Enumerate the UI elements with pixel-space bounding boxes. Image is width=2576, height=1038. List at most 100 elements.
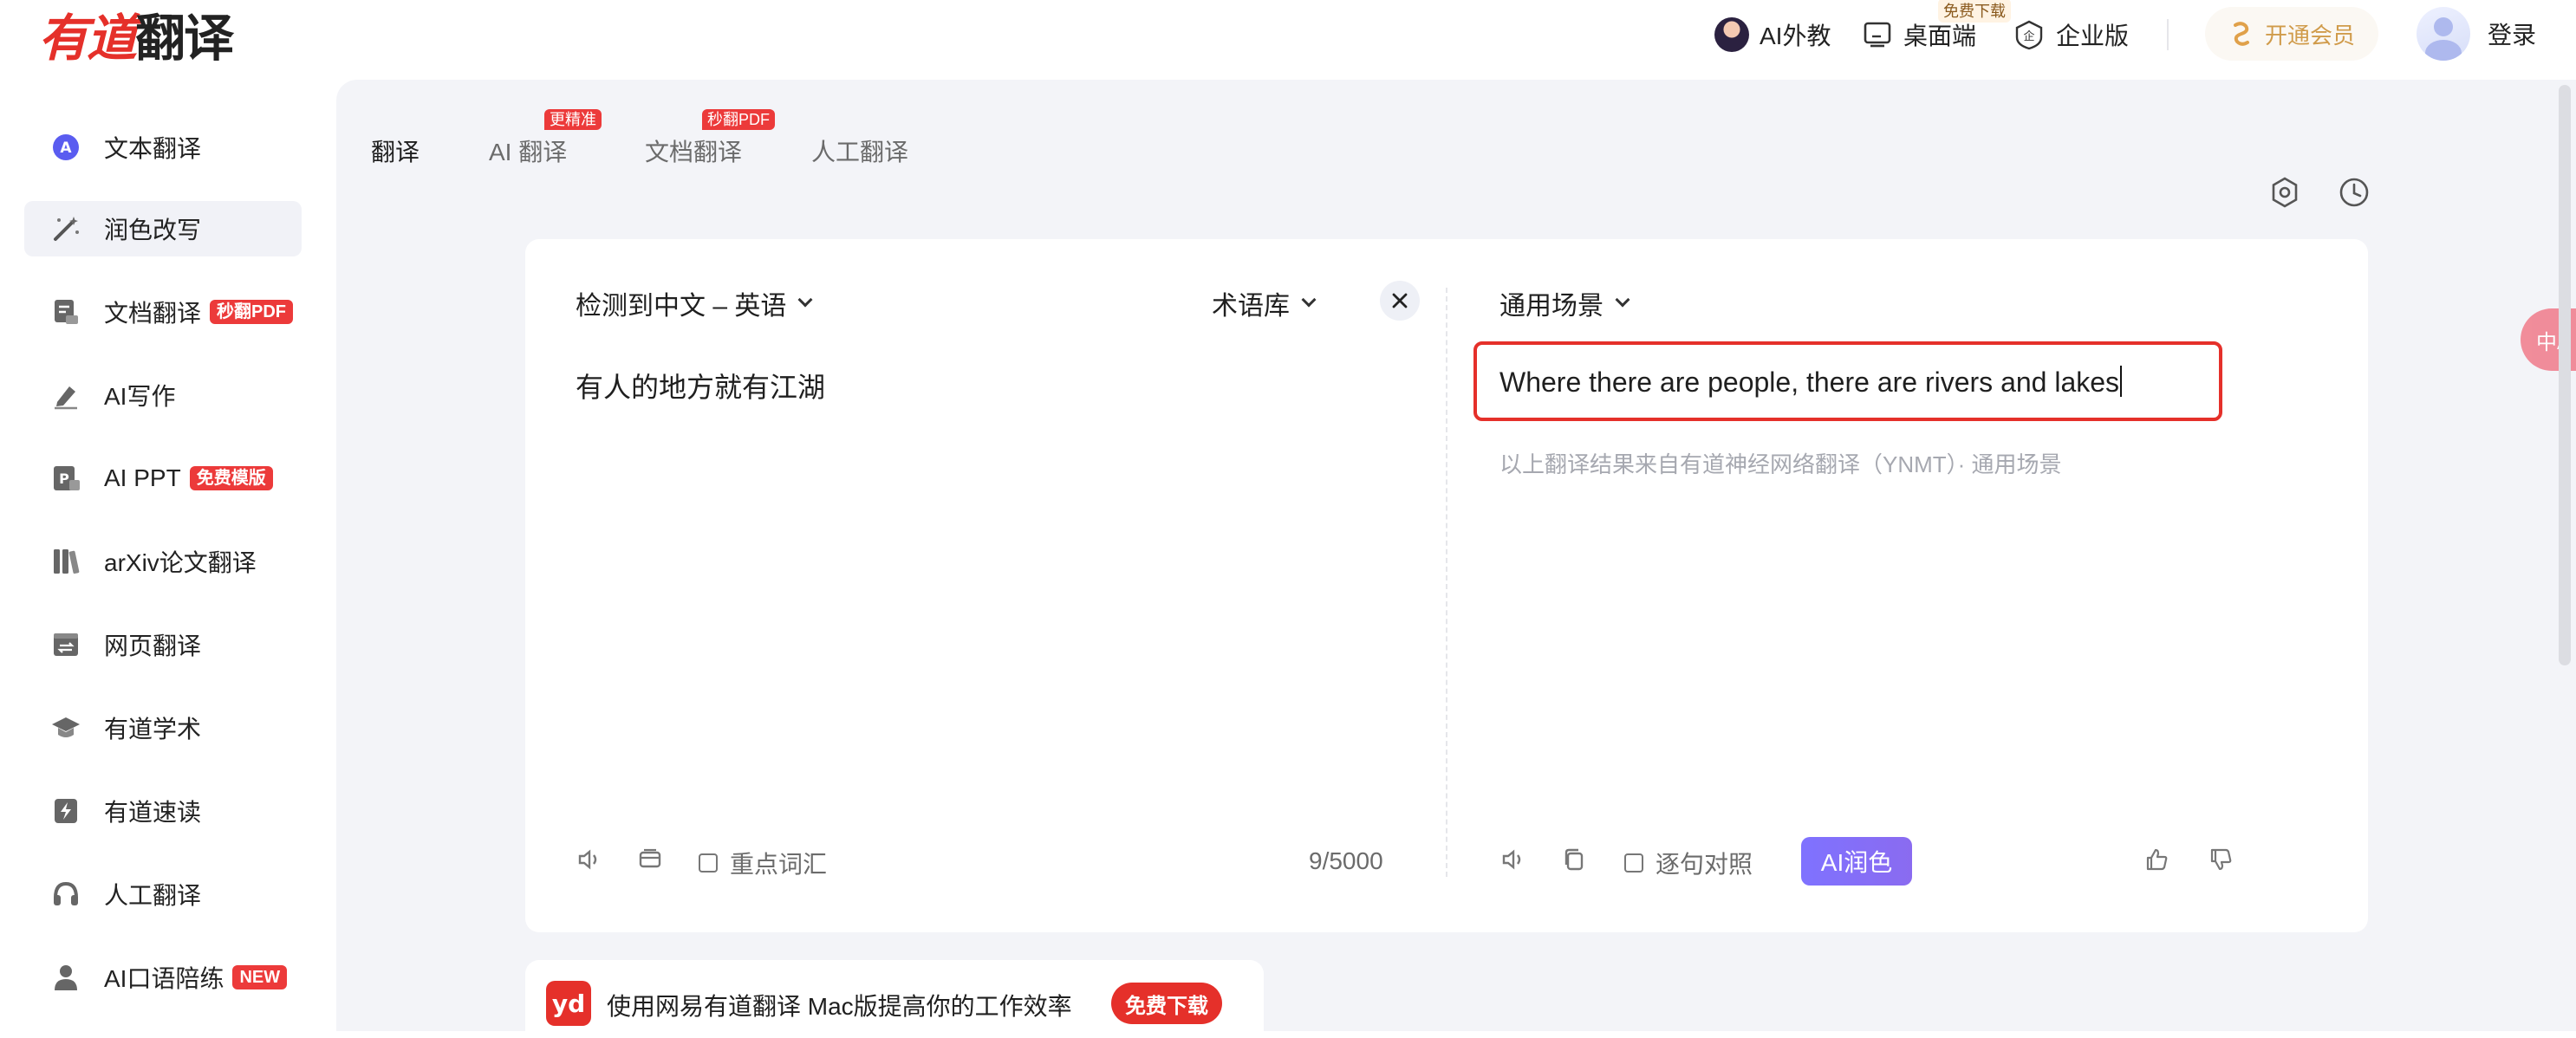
glossary-label: 术语库 [1212,292,1290,321]
enterprise-link[interactable]: 企 企业版 [2013,16,2129,54]
enterprise-label: 企业版 [2056,23,2130,49]
sidebar-item-label: 文本翻译 [104,135,202,162]
sidebar-badge: 秒翻PDF [210,300,294,324]
speaker-icon[interactable] [1499,846,1527,873]
sidebar-item-label: 有道速读 [104,799,202,826]
sidebar-item-ai-ppt[interactable]: P AI PPT 免费模版 [24,451,302,506]
enterprise-shield-icon: 企 [2013,18,2046,51]
close-icon [1392,293,1408,308]
settings-icon[interactable] [2267,175,2302,210]
key-vocab-checkbox[interactable]: 重点词汇 [699,846,827,880]
layout-toggle-icon[interactable] [636,846,664,873]
tab-badge: 秒翻PDF [702,109,775,130]
tab-badge: 更精准 [544,109,602,130]
copy-icon[interactable] [1560,846,1588,873]
webpage-icon [50,629,81,660]
logo-red-text: 有道 [38,9,137,68]
promo-text: 使用网易有道翻译 Mac版提高你的工作效率 [607,993,1072,1020]
chevron-down-icon [1301,292,1317,308]
top-header: 有道 翻译 AI外教 免费下载 桌面端 企 企业版 开通会员 登录 [0,0,2576,78]
clear-button[interactable] [1380,281,1420,321]
sidebar-item-human-translate[interactable]: 人工翻译 [24,866,302,922]
sidebar-item-label: 有道学术 [104,716,202,743]
vip-button[interactable]: 开通会员 [2205,7,2378,61]
sidebar-item-label: AI写作 [104,383,176,410]
speaker-icon[interactable] [576,846,603,873]
sidebar-item-label: 人工翻译 [104,882,202,909]
pane-divider [1446,288,1447,877]
sidebar: A 文本翻译 润色改写 文档翻译 秒翻PDF AI写作 P AI PPT 免费模… [0,78,336,1031]
login-label: 登录 [2488,22,2537,49]
pen-icon [50,380,81,411]
sidebar-item-speed-read[interactable]: 有道速读 [24,783,302,839]
logo-black-text: 翻译 [135,9,234,68]
tab-human-translate[interactable]: 人工翻译 [811,133,908,168]
login-button[interactable]: 登录 [2417,5,2536,62]
translation-result[interactable]: Where there are people, there are rivers… [1499,366,2123,399]
main-panel: 翻译 AI 翻译 更精准 文档翻译 秒翻PDF 人工翻译 检测到中文 – 英语 … [336,80,2576,1038]
vip-label: 开通会员 [2264,22,2355,49]
thumbs-up-icon[interactable] [2143,846,2170,873]
scene-label: 通用场景 [1499,292,1603,321]
user-avatar-icon [2417,7,2470,61]
user-icon [50,962,81,993]
char-counter: 9/5000 [1309,847,1383,874]
svg-text:企: 企 [2023,29,2034,43]
free-download-button[interactable]: 免费下载 [1111,983,1222,1024]
desktop-client-link[interactable]: 桌面端 [1862,16,1976,54]
translate-icon: A [50,132,81,163]
sidebar-item-label: arXiv论文翻译 [104,549,257,576]
scene-select[interactable]: 通用场景 [1499,284,1630,322]
sidebar-item-polish[interactable]: 润色改写 [24,201,302,256]
header-separator [2167,19,2169,50]
thumbs-down-icon[interactable] [2207,846,2234,873]
youdao-app-logo: yd [546,981,591,1026]
youdao-logo[interactable]: 有道 翻译 [38,3,234,68]
sidebar-item-label: AI PPT [104,464,181,491]
sidebar-item-label: 网页翻译 [104,633,202,659]
sidebar-item-web-translate[interactable]: 网页翻译 [24,617,302,672]
sidebar-item-ai-writing[interactable]: AI写作 [24,367,302,423]
sidebar-item-arxiv[interactable]: arXiv论文翻译 [24,534,302,589]
checkbox-box [699,853,718,873]
ai-tutor-label: AI外教 [1760,23,1831,49]
sidebar-item-label: AI口语陪练 [104,965,224,992]
monitor-icon [1862,19,1893,50]
sidebar-item-label: 润色改写 [104,217,202,243]
chevron-down-icon [797,292,813,308]
mac-download-promo: yd 使用网易有道翻译 Mac版提高你的工作效率 免费下载 [525,960,1264,1038]
vip-coin-icon [2228,21,2254,47]
scrollbar[interactable] [2559,85,2571,665]
svg-text:A: A [60,139,72,157]
engine-source-note: 以上翻译结果来自有道神经网络翻译（YNMT）· 通用场景 [1499,451,2062,477]
document-icon [50,296,81,328]
ppt-icon: P [50,463,81,494]
books-icon [50,546,81,577]
sentence-compare-checkbox[interactable]: 逐句对照 [1624,846,1753,880]
ai-polish-button[interactable]: AI润色 [1801,837,1912,886]
history-clock-icon[interactable] [2337,175,2371,210]
headset-icon [50,879,81,910]
tab-doc-translate[interactable]: 文档翻译 [645,133,742,168]
svg-text:P: P [59,470,69,487]
key-vocab-label: 重点词汇 [730,851,828,878]
sidebar-item-academic[interactable]: 有道学术 [24,700,302,756]
speed-read-icon [50,795,81,827]
sidebar-item-ai-speaking[interactable]: AI口语陪练 NEW [24,950,302,1005]
glossary-select[interactable]: 术语库 [1212,284,1317,322]
language-pair-label: 检测到中文 – 英语 [576,292,787,321]
source-text-input[interactable]: 有人的地方就有江湖 [576,366,825,405]
translation-card: 检测到中文 – 英语 术语库 有人的地方就有江湖 重点词汇 9/5000 通用场… [525,239,2368,932]
sidebar-item-doc-translate[interactable]: 文档翻译 秒翻PDF [24,284,302,340]
checkbox-box [1624,853,1643,873]
academic-cap-icon [50,712,81,743]
sidebar-item-text-translate[interactable]: A 文本翻译 [24,120,302,175]
tab-translate[interactable]: 翻译 [371,133,420,168]
translation-result-text: Where there are people, there are rivers… [1499,367,2120,398]
tab-ai-translate[interactable]: AI 翻译 [489,133,567,168]
chevron-down-icon [1615,292,1630,308]
desktop-client-label: 桌面端 [1903,23,1977,49]
ai-tutor-link[interactable]: AI外教 [1714,16,1831,54]
language-pair-select[interactable]: 检测到中文 – 英语 [576,284,813,322]
sentence-compare-label: 逐句对照 [1656,851,1753,878]
